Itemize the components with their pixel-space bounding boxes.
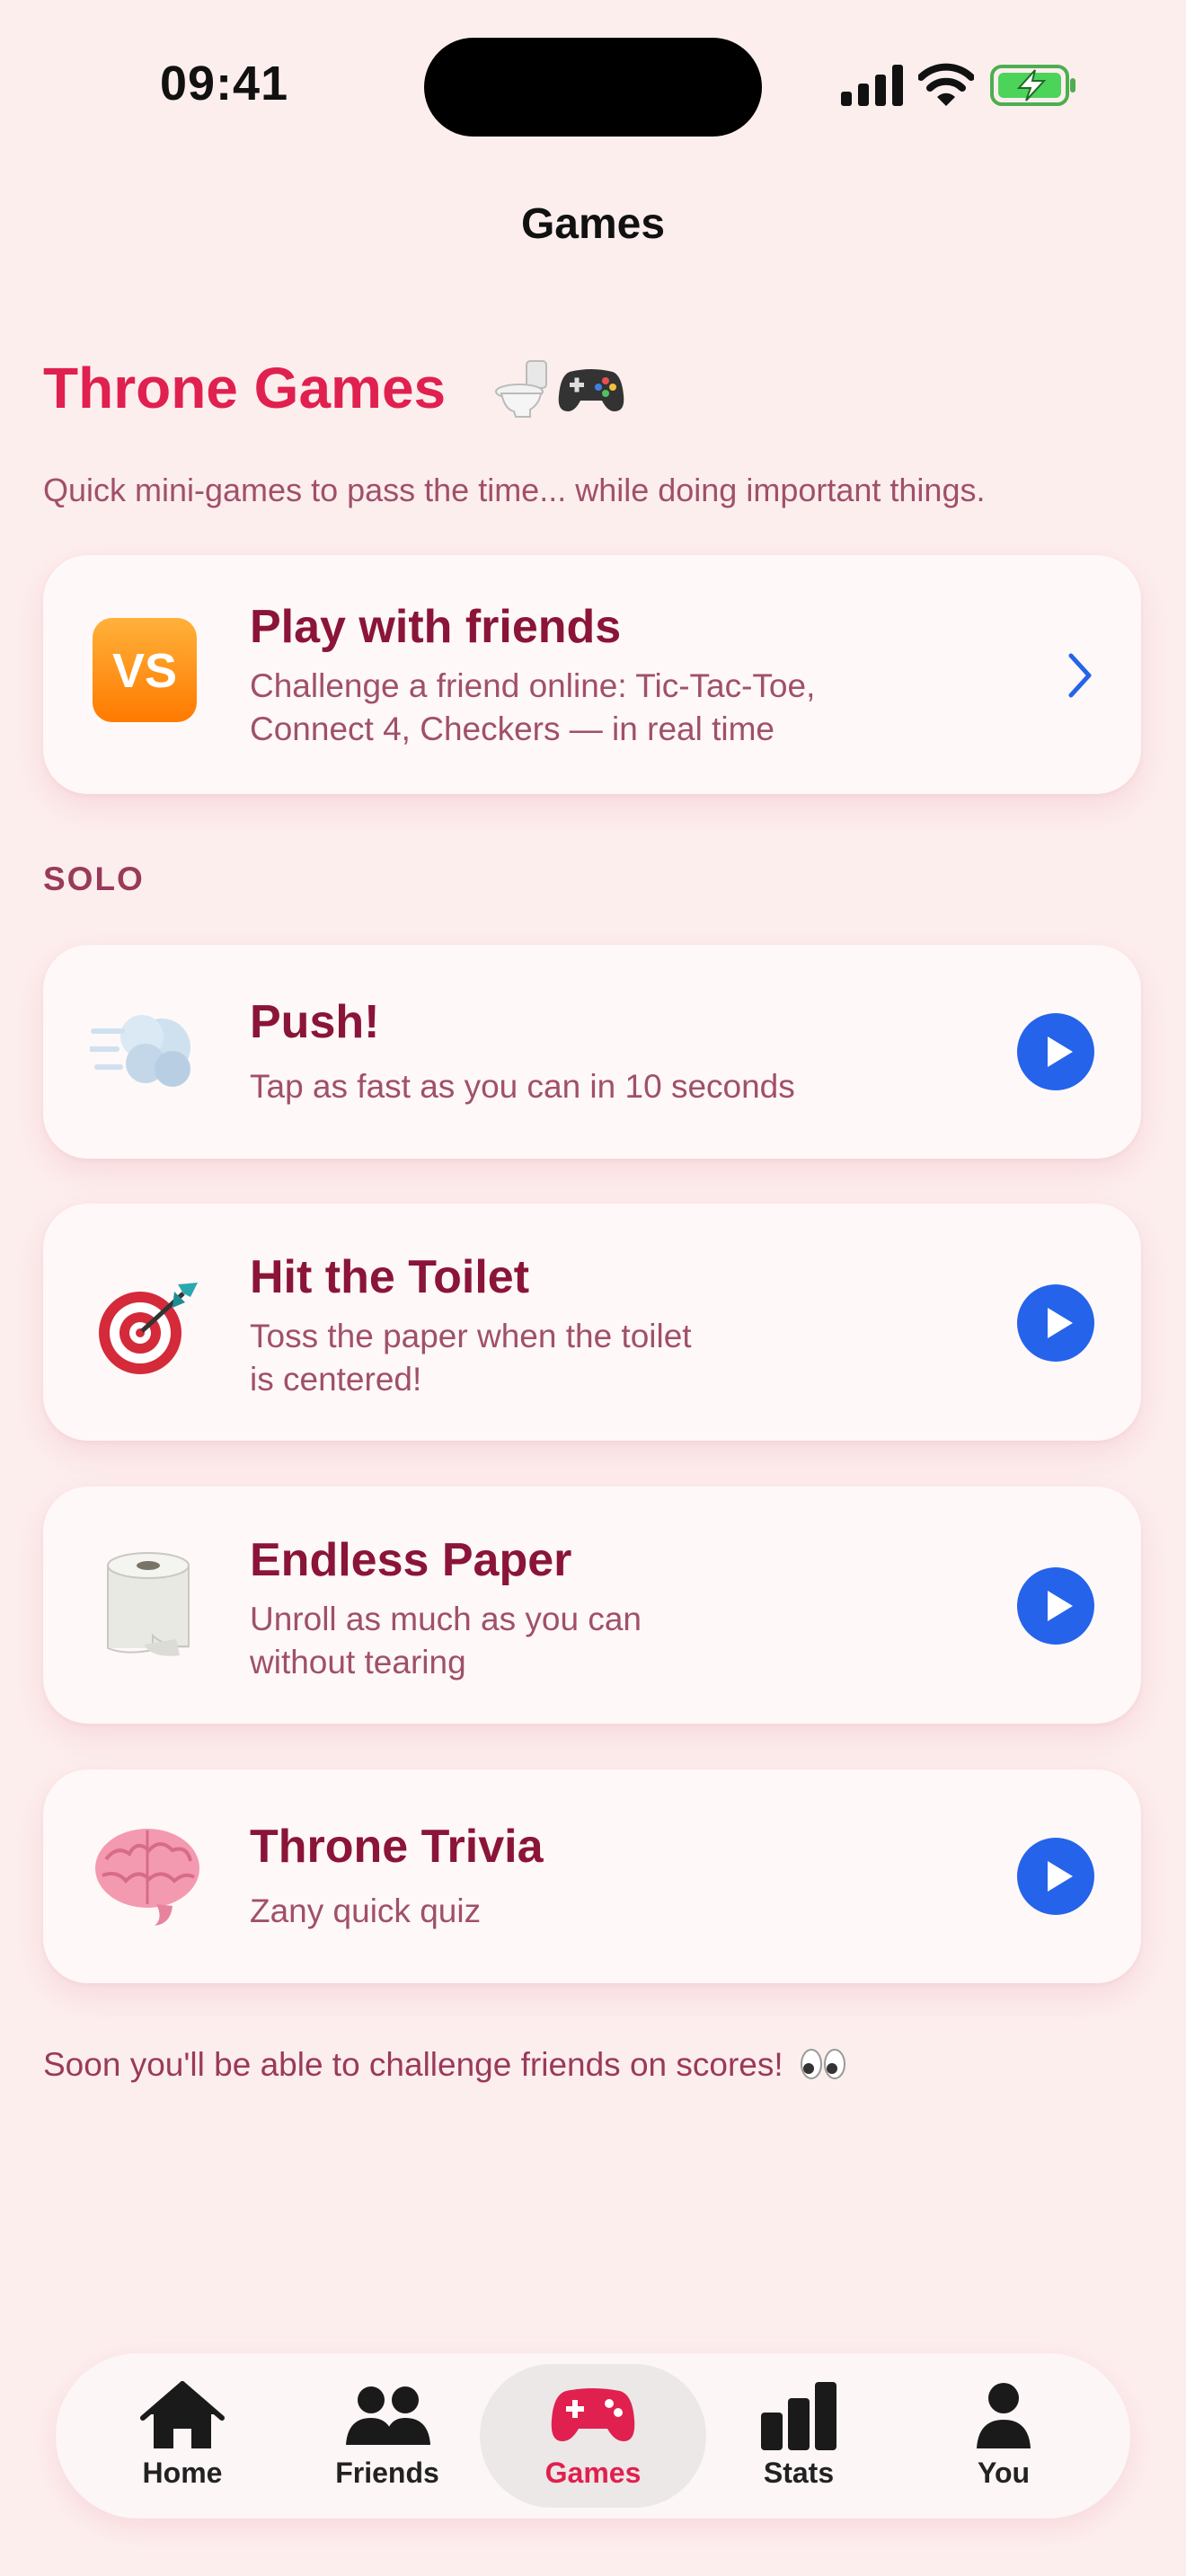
target-dart-icon (99, 1283, 198, 1374)
game-title: Endless Paper (250, 1534, 572, 1586)
game-title: Push! (250, 996, 380, 1048)
play-button[interactable] (1017, 1567, 1094, 1645)
play-with-friends-card[interactable]: VS Play with friends Challenge a friend … (43, 555, 1141, 794)
cellular-signal-icon (841, 65, 903, 106)
tab-friends[interactable]: Friends (284, 2353, 491, 2519)
game-description: Unroll as much as you can without tearin… (250, 1601, 642, 1681)
game-title: Throne Trivia (250, 1821, 544, 1873)
people-icon (346, 2386, 430, 2445)
tab-label: Games (544, 2457, 642, 2489)
tab-games[interactable]: Games (490, 2353, 696, 2519)
eyes-icon (800, 2049, 845, 2079)
footer-note: Soon you'll be able to challenge friends… (43, 2046, 846, 2084)
page-title: Games (520, 200, 666, 248)
wifi-icon (918, 63, 974, 106)
tab-you[interactable]: You (900, 2353, 1107, 2519)
game-description: Tap as fast as you can in 10 seconds (250, 1068, 795, 1105)
play-icon (1048, 1308, 1073, 1338)
vs-badge-label: VS (111, 644, 178, 698)
game-card-hit-the-toilet[interactable]: Hit the Toilet Toss the paper when the t… (43, 1204, 1141, 1441)
gamepad-icon (551, 2388, 635, 2441)
dynamic-island (424, 38, 762, 137)
game-card-push[interactable]: Push! Tap as fast as you can in 10 secon… (43, 945, 1141, 1159)
game-card-throne-trivia[interactable]: Throne Trivia Zany quick quiz (43, 1769, 1141, 1983)
chevron-right-icon (1068, 653, 1092, 698)
status-time: 09:41 (160, 57, 289, 110)
tab-stats[interactable]: Stats (695, 2353, 902, 2519)
status-bar: 09:41 (0, 0, 1186, 180)
play-button[interactable] (1017, 1838, 1094, 1915)
play-icon (1048, 1861, 1073, 1892)
brain-icon (95, 1829, 199, 1926)
footer-note-text: Soon you'll be able to challenge friends… (43, 2046, 783, 2083)
tab-label: You (977, 2457, 1031, 2489)
game-card-endless-paper[interactable]: Endless Paper Unroll as much as you can … (43, 1486, 1141, 1724)
friends-card-title: Play with friends (250, 601, 622, 653)
play-button[interactable] (1017, 1013, 1094, 1090)
play-icon (1048, 1591, 1073, 1621)
bar-chart-icon (761, 2382, 836, 2450)
hero-subtitle: Quick mini-games to pass the time... whi… (43, 472, 986, 508)
game-title: Hit the Toilet (250, 1251, 530, 1303)
tab-label: Friends (335, 2457, 439, 2489)
play-icon (1048, 1037, 1073, 1067)
toilet-icon (495, 360, 547, 418)
battery-charging-icon (990, 65, 1075, 106)
hero-title: Throne Games (43, 356, 447, 420)
section-label-solo: SOLO (43, 860, 145, 897)
wind-icon (90, 1015, 190, 1087)
play-button[interactable] (1017, 1284, 1094, 1362)
tab-label: Home (142, 2457, 223, 2489)
toilet-paper-icon (107, 1552, 190, 1656)
game-description: Zany quick quiz (250, 1892, 482, 1929)
tab-home[interactable]: Home (79, 2353, 286, 2519)
tab-label: Stats (763, 2457, 835, 2489)
game-description: Toss the paper when the toilet is center… (250, 1318, 692, 1398)
tab-bar: Home Friends Games Stats You (56, 2353, 1130, 2519)
person-icon (977, 2383, 1031, 2448)
game-controller-icon (558, 369, 624, 411)
house-icon (140, 2381, 225, 2448)
vs-badge-icon: VS (91, 616, 199, 724)
friends-card-description: Challenge a friend online: Tic-Tac-Toe, … (250, 667, 816, 747)
